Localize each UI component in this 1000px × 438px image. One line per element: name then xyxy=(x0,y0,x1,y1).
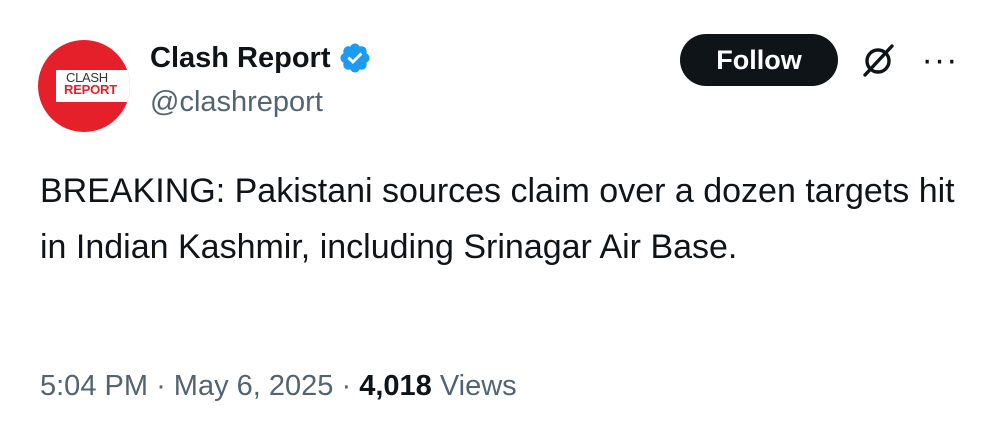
tweet-card: CLASH REPORT Clash Report @clashreport F… xyxy=(0,0,1000,438)
verified-badge-icon[interactable] xyxy=(338,41,372,75)
follow-button[interactable]: Follow xyxy=(680,34,838,86)
more-options-icon[interactable]: ··· xyxy=(918,43,962,77)
views-label: Views xyxy=(439,370,517,402)
avatar[interactable]: CLASH REPORT xyxy=(38,40,130,132)
meta-separator: · xyxy=(156,370,166,402)
tweet-time[interactable]: 5:04 PM xyxy=(40,370,148,402)
meta-separator: · xyxy=(341,370,352,402)
display-name[interactable]: Clash Report xyxy=(150,38,330,78)
handle[interactable]: @clashreport xyxy=(150,82,323,122)
views-count[interactable]: 4,018 xyxy=(359,370,432,402)
tweet-text: BREAKING: Pakistani sources claim over a… xyxy=(40,172,955,266)
name-row: Clash Report xyxy=(150,38,372,78)
grok-icon[interactable] xyxy=(858,40,898,80)
tweet-meta: 5:04 PM · May 6, 2025 · 4,018 Views xyxy=(40,366,517,406)
avatar-logo-line2: REPORT xyxy=(64,82,117,97)
tweet-date[interactable]: May 6, 2025 xyxy=(174,370,334,402)
